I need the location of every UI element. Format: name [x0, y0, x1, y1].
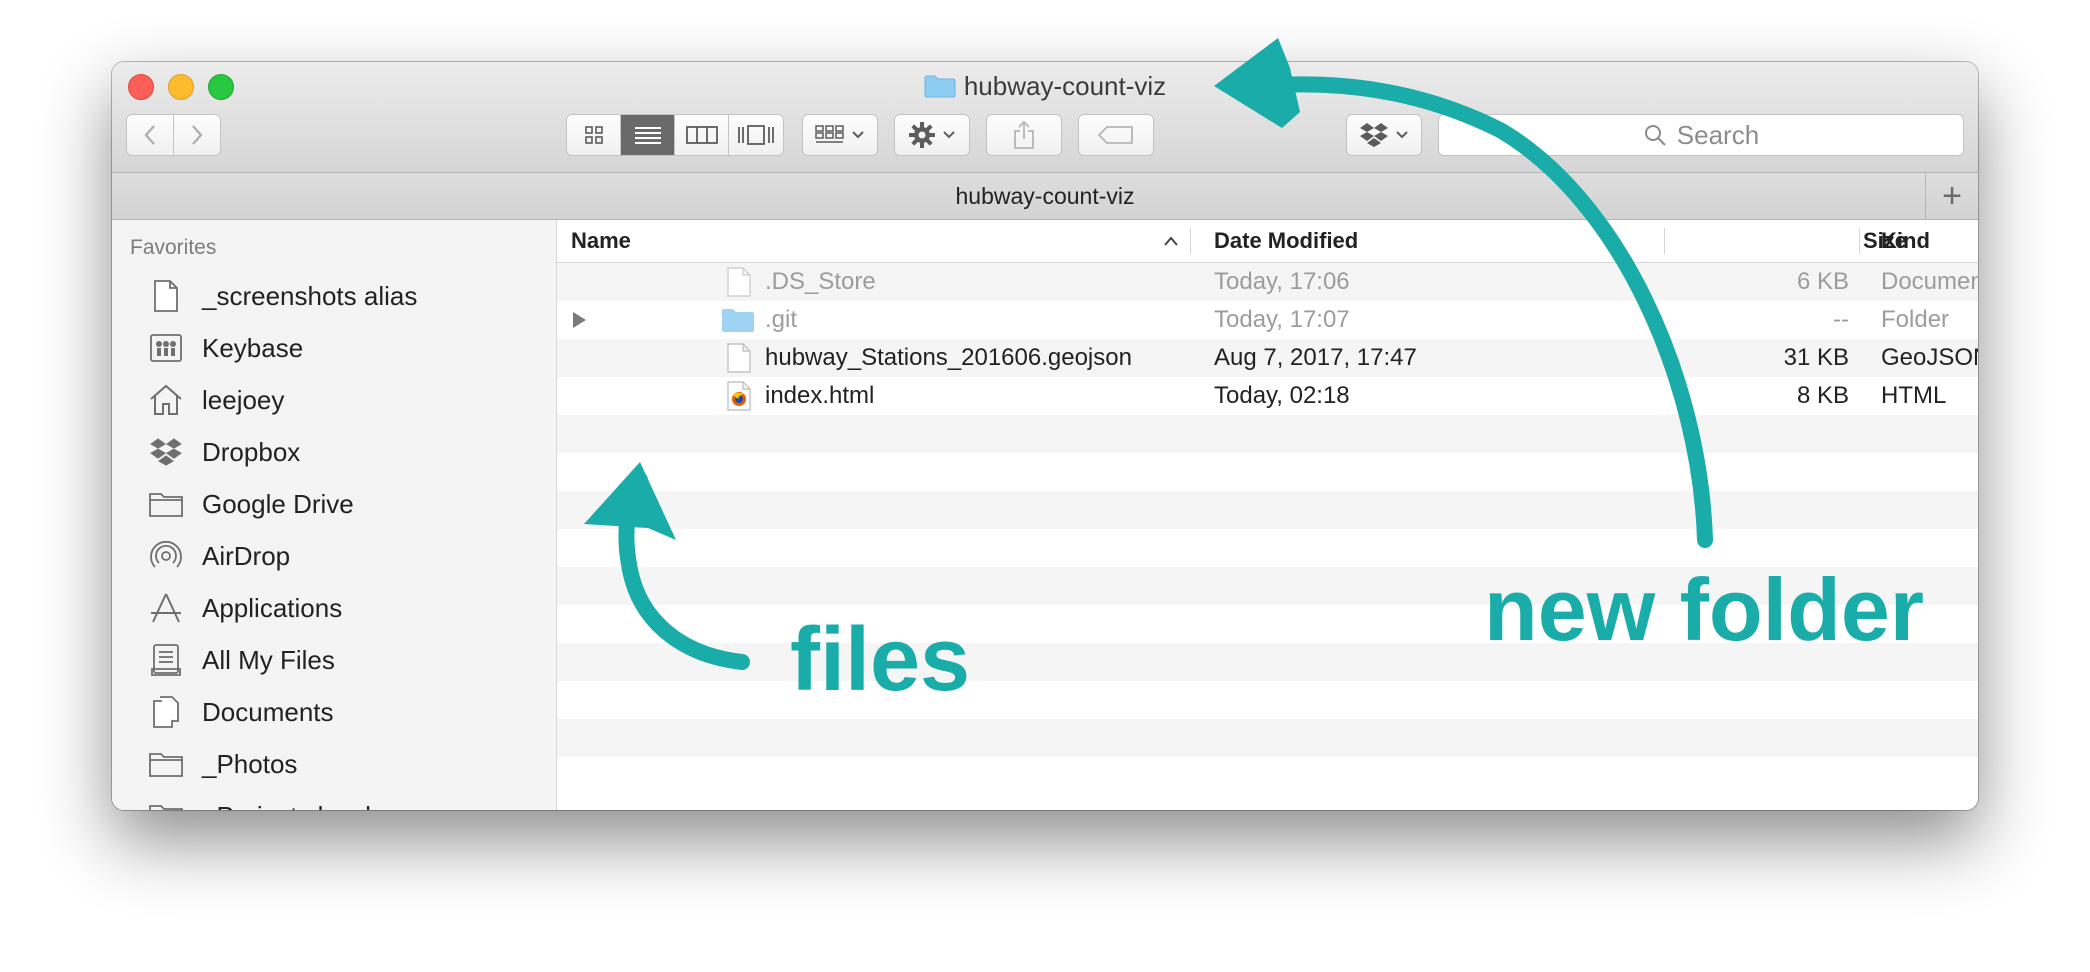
annotation-new-folder: new folder: [1484, 560, 1925, 659]
annotation-files: files: [790, 610, 971, 710]
annotation-arrows: [584, 38, 1713, 670]
